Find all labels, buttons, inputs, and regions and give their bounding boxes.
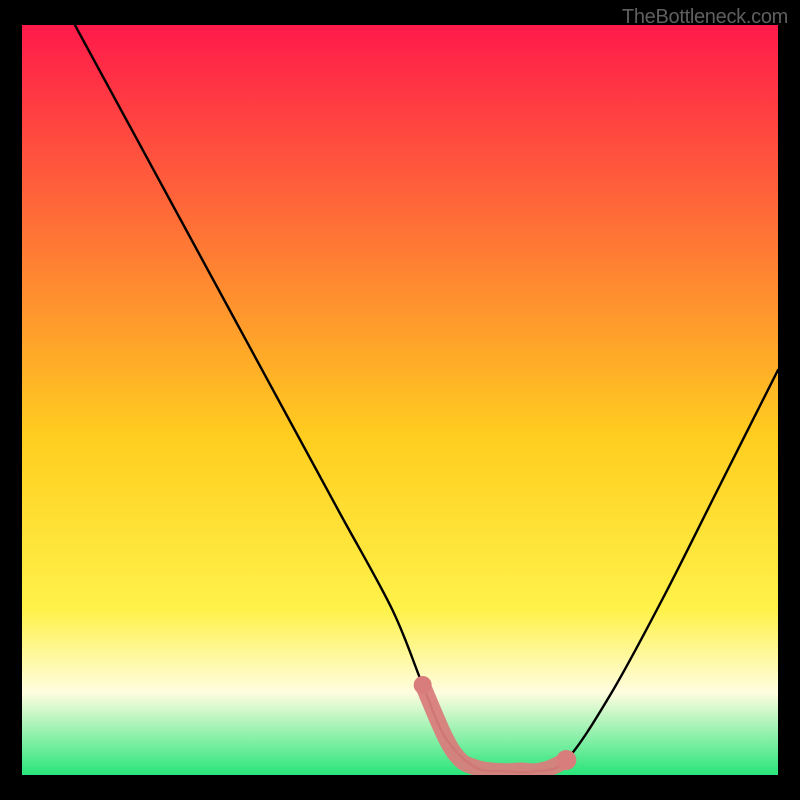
flat-zone-end-dot [556,750,576,770]
bottleneck-chart [22,25,778,775]
plot-area [22,25,778,775]
chart-stage: TheBottleneck.com [0,0,800,800]
flat-zone-start-dot [414,676,432,694]
watermark-text: TheBottleneck.com [622,6,788,29]
